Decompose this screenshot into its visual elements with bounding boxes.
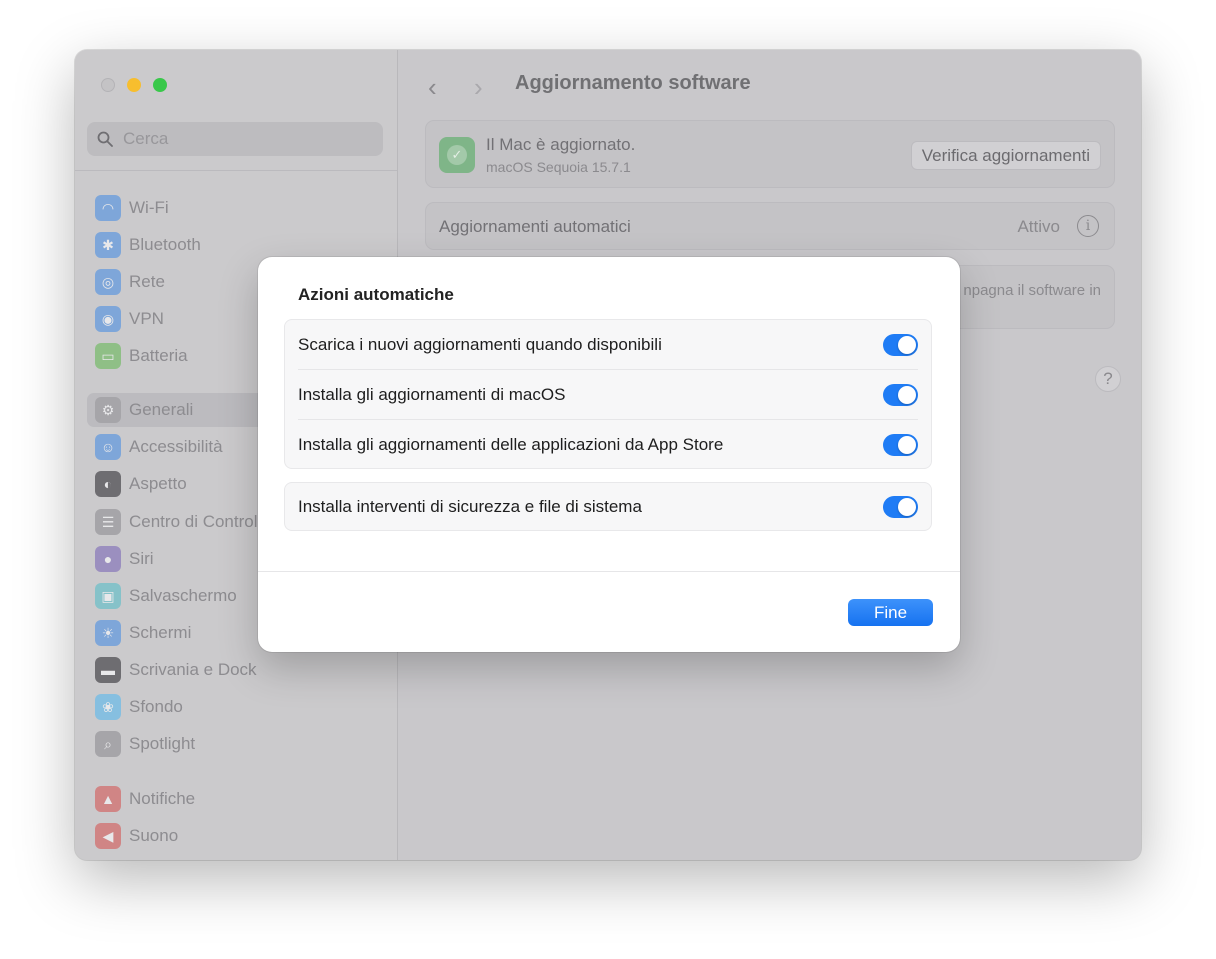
sidebar-item[interactable]: ❀ Sfondo [87, 690, 385, 724]
window-controls [101, 78, 167, 92]
sidebar-item-label: Bluetooth [129, 235, 201, 254]
option-label: Installa gli aggiornamenti delle applica… [298, 435, 724, 454]
sidebar-item[interactable]: ◀ Suono [87, 819, 385, 853]
sidebar-item[interactable]: ◠ Wi-Fi [87, 191, 385, 225]
automatic-actions-sheet: Azioni automatiche Scarica i nuovi aggio… [258, 257, 960, 652]
search-field[interactable] [87, 122, 383, 156]
option-appstore-row: Installa gli aggiornamenti delle applica… [285, 420, 931, 470]
install-macos-toggle[interactable] [883, 384, 918, 406]
option-label: Installa gli aggiornamenti di macOS [298, 385, 566, 404]
search-icon [97, 131, 113, 147]
option-security-row: Installa interventi di sicurezza e file … [285, 483, 931, 530]
page-title: Aggiornamento software [515, 72, 751, 94]
bluetooth-icon: ✱ [95, 232, 121, 258]
status-title: Il Mac è aggiornato. [486, 135, 636, 154]
check-updates-button[interactable]: Verifica aggiornamenti [910, 141, 1101, 170]
display-icon: ☀ [95, 620, 121, 646]
option-label: Scarica i nuovi aggiornamenti quando dis… [298, 335, 662, 354]
forward-button[interactable]: › [474, 72, 483, 103]
checkmark-icon: ✓ [447, 145, 467, 165]
sidebar-item[interactable]: ⌕ Spotlight [87, 727, 385, 761]
sidebar-item-label: Siri [129, 549, 154, 568]
minimize-button[interactable] [127, 78, 141, 92]
globe-icon: ◎ [95, 269, 121, 295]
back-button[interactable]: ‹ [428, 72, 437, 103]
control-center-icon: ☰ [95, 509, 121, 535]
option-download-row: Scarica i nuovi aggiornamenti quando dis… [285, 320, 931, 370]
beta-description: npagna il software in [963, 282, 1101, 299]
auto-updates-state: Attivo [1017, 217, 1060, 236]
wallpaper-icon: ❀ [95, 694, 121, 720]
download-updates-toggle[interactable] [883, 334, 918, 356]
sidebar-item-label: Aspetto [129, 474, 187, 493]
sidebar-item-label: Accessibilità [129, 437, 223, 456]
sidebar-item-label: Scrivania e Dock [129, 660, 257, 679]
search-input[interactable] [121, 128, 365, 150]
software-update-icon: ✓ [439, 137, 475, 173]
sidebar-item-label: Wi-Fi [129, 198, 169, 217]
zoom-button[interactable] [153, 78, 167, 92]
auto-updates-row[interactable]: Aggiornamenti automatici Attivo i [425, 202, 1115, 250]
sidebar-item-label: Rete [129, 272, 165, 291]
sidebar-item-label: Salvaschermo [129, 586, 237, 605]
install-security-toggle[interactable] [883, 495, 918, 518]
sidebar-item-label: Batteria [129, 346, 188, 365]
sidebar-item[interactable]: ▬ Scrivania e Dock [87, 653, 385, 687]
sidebar-item[interactable]: ▲ Notifiche [87, 782, 385, 816]
update-status-card: ✓ Il Mac è aggiornato. macOS Sequoia 15.… [425, 120, 1115, 188]
spotlight-icon: ⌕ [95, 731, 121, 757]
screensaver-icon: ▣ [95, 583, 121, 609]
siri-icon: ● [95, 546, 121, 572]
sidebar-item-label: Schermi [129, 623, 192, 642]
sidebar-item-label: Suono [129, 826, 179, 845]
toggle-knob [898, 386, 916, 404]
option-label: Installa interventi di sicurezza e file … [298, 496, 642, 516]
sheet-title: Azioni automatiche [298, 285, 454, 304]
sidebar-divider [75, 170, 397, 171]
toggle-knob [898, 436, 916, 454]
os-version: macOS Sequoia 15.7.1 [486, 159, 631, 175]
sidebar-item-label: Centro di Controllo [129, 512, 271, 531]
info-icon[interactable]: i [1077, 215, 1099, 237]
sidebar-item-label: Notifiche [129, 789, 196, 808]
sidebar-item-label: Spotlight [129, 734, 196, 753]
security-options-group: Installa interventi di sicurezza e file … [284, 482, 932, 531]
wifi-icon: ◠ [95, 195, 121, 221]
dock-icon: ▬ [95, 657, 121, 683]
speaker-icon: ◀ [95, 823, 121, 849]
vpn-icon: ◉ [95, 306, 121, 332]
auto-updates-label: Aggiornamenti automatici [439, 217, 631, 236]
close-button[interactable] [101, 78, 115, 92]
battery-icon: ▭ [95, 343, 121, 369]
toggle-knob [898, 336, 916, 354]
sidebar-item-label: Sfondo [129, 697, 183, 716]
sidebar-item-label: Generali [129, 400, 194, 419]
option-macos-row: Installa gli aggiornamenti di macOS [285, 370, 931, 420]
accessibility-icon: ☺ [95, 434, 121, 460]
update-options-group: Scarica i nuovi aggiornamenti quando dis… [284, 319, 932, 469]
done-button[interactable]: Fine [848, 599, 933, 626]
sidebar-item-label: VPN [129, 309, 164, 328]
gear-icon: ⚙ [95, 397, 121, 423]
appearance-icon: ◐ [95, 471, 121, 497]
toggle-knob [898, 497, 916, 516]
bell-icon: ▲ [95, 786, 121, 812]
sheet-divider [258, 571, 960, 572]
install-appstore-toggle[interactable] [883, 434, 918, 456]
help-button[interactable]: ? [1095, 366, 1121, 392]
